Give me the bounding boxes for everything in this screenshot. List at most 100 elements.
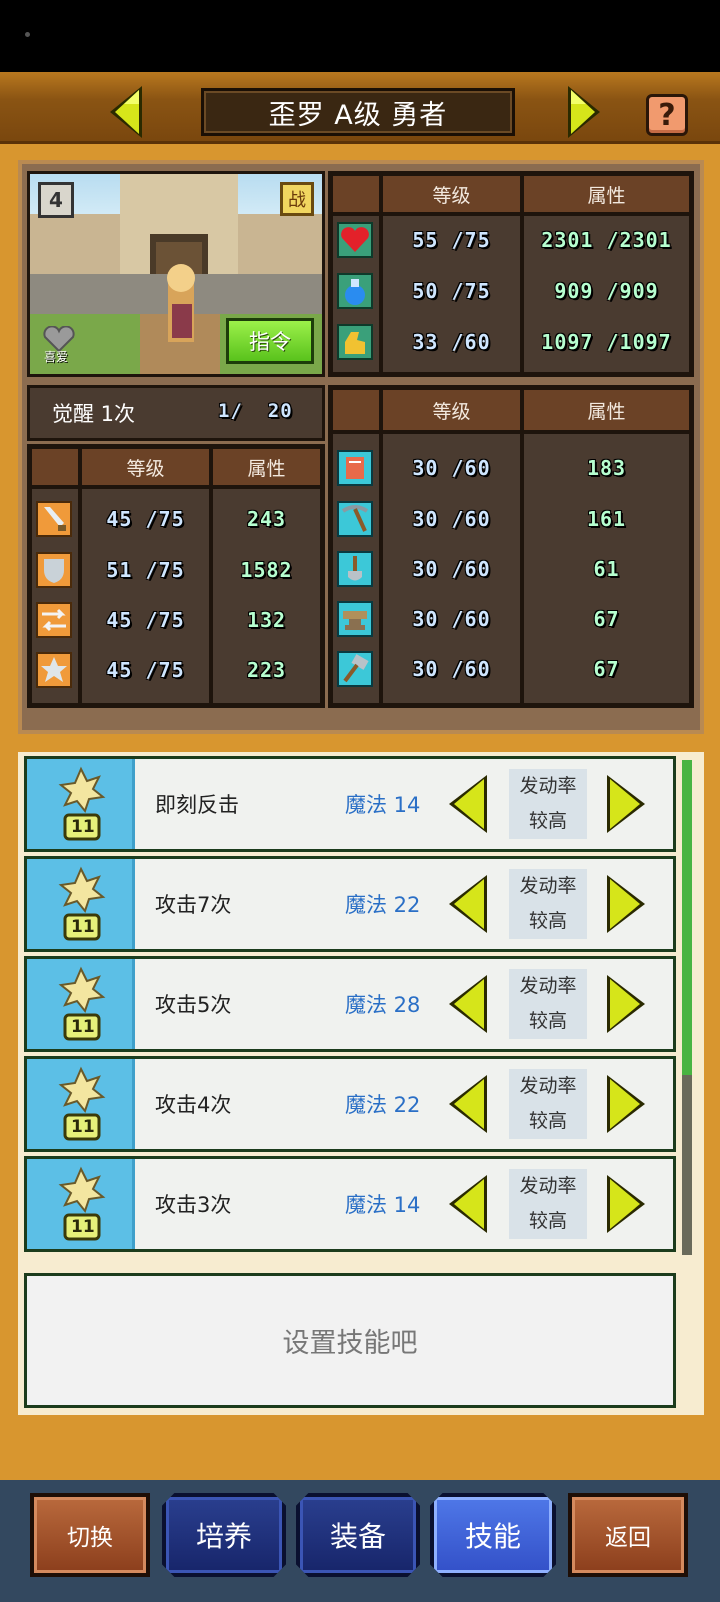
table-header-blank bbox=[331, 174, 381, 214]
skill-name: 即刻反击 bbox=[155, 793, 239, 817]
next-hero-arrow-icon[interactable] bbox=[564, 84, 604, 140]
skill-name: 攻击5次 bbox=[155, 993, 232, 1017]
table-header-level: 等级 bbox=[381, 174, 522, 214]
skill-icon-box: 11 bbox=[27, 759, 135, 849]
craft-value-4: 67 bbox=[593, 607, 620, 631]
hero-title: 歪罗 A级 勇者 bbox=[201, 88, 515, 136]
activation-rate: 发动率 较高 bbox=[509, 1069, 587, 1139]
prev-hero-arrow-icon[interactable] bbox=[106, 84, 146, 140]
heart-icon bbox=[337, 222, 373, 258]
rate-increase-arrow-icon[interactable] bbox=[603, 1173, 647, 1235]
table-header-level: 等级 bbox=[80, 447, 211, 487]
craft-level-2: 30 /60 bbox=[412, 507, 491, 531]
strength-icon bbox=[337, 324, 373, 360]
rate-value: 较高 bbox=[528, 910, 567, 932]
set-skill-slot[interactable]: 设置技能吧 bbox=[24, 1273, 676, 1408]
skill-name: 攻击3次 bbox=[155, 1193, 232, 1217]
mp-level: 50 /75 bbox=[412, 279, 491, 303]
rate-decrease-arrow-icon[interactable] bbox=[447, 1173, 491, 1235]
rate-label: 发动率 bbox=[519, 1075, 577, 1097]
hammer-icon bbox=[337, 651, 373, 687]
craft-value-2: 161 bbox=[586, 507, 627, 531]
equip-button[interactable]: 装备 bbox=[296, 1493, 420, 1577]
craft-level-3: 30 /60 bbox=[412, 557, 491, 581]
anvil-icon bbox=[337, 601, 373, 637]
mp-value: 909 /909 bbox=[554, 279, 659, 303]
craft-value-5: 67 bbox=[593, 657, 620, 681]
skill-icon-box: 11 bbox=[27, 1159, 135, 1249]
rate-label: 发动率 bbox=[519, 875, 577, 897]
rate-decrease-arrow-icon[interactable] bbox=[447, 1073, 491, 1135]
star-icon bbox=[36, 652, 72, 688]
rate-increase-arrow-icon[interactable] bbox=[603, 773, 647, 835]
potion-icon bbox=[337, 273, 373, 309]
skill-name: 攻击7次 bbox=[155, 893, 232, 917]
activation-rate: 发动率 较高 bbox=[509, 769, 587, 839]
switch-button[interactable]: 切换 bbox=[30, 1493, 150, 1577]
skills-tab-button[interactable]: 技能 bbox=[430, 1493, 556, 1577]
back-button[interactable]: 返回 bbox=[568, 1493, 688, 1577]
skill-badge: 11 bbox=[71, 917, 95, 937]
table-header-blank bbox=[331, 388, 381, 432]
activation-rate: 发动率 较高 bbox=[509, 969, 587, 1039]
status-bar bbox=[0, 0, 720, 72]
luck-value: 223 bbox=[246, 658, 287, 682]
craft-level-4: 30 /60 bbox=[412, 607, 491, 631]
battle-badge: 战 bbox=[280, 182, 314, 216]
rate-increase-arrow-icon[interactable] bbox=[603, 1073, 647, 1135]
help-button[interactable]: ? bbox=[646, 94, 688, 136]
rate-label: 发动率 bbox=[519, 975, 577, 997]
atk-value: 243 bbox=[246, 507, 287, 531]
skill-row[interactable]: 11 即刻反击 魔法 14 发动率 较高 bbox=[24, 756, 676, 852]
skill-badge: 11 bbox=[71, 1217, 95, 1237]
rate-value: 较高 bbox=[528, 810, 567, 832]
skill-row[interactable]: 11 攻击7次 魔法 22 发动率 较高 bbox=[24, 856, 676, 952]
status-dot bbox=[25, 32, 30, 37]
rate-label: 发动率 bbox=[519, 1175, 577, 1197]
craft-level-1: 30 /60 bbox=[412, 456, 491, 480]
command-button[interactable]: 指令 bbox=[226, 318, 314, 364]
skill-magic-cost: 魔法 14 bbox=[345, 1193, 421, 1217]
skill-icon-box: 11 bbox=[27, 959, 135, 1049]
book-icon bbox=[337, 450, 373, 486]
skills-scrollbar-thumb[interactable] bbox=[682, 760, 692, 1075]
skill-badge: 11 bbox=[71, 1117, 95, 1137]
rate-increase-arrow-icon[interactable] bbox=[603, 873, 647, 935]
craft-value-1: 183 bbox=[586, 456, 627, 480]
luck-level: 45 /75 bbox=[106, 658, 185, 682]
table-header-attr: 属性 bbox=[522, 174, 691, 214]
rate-value: 较高 bbox=[528, 1210, 567, 1232]
table-header-blank bbox=[30, 447, 80, 487]
shield-icon bbox=[36, 552, 72, 588]
table-header-attr: 属性 bbox=[522, 388, 691, 432]
awaken-label: 觉醒 1次 bbox=[52, 402, 136, 426]
skill-icon-box: 11 bbox=[27, 1059, 135, 1149]
train-button[interactable]: 培养 bbox=[162, 1493, 286, 1577]
rate-label: 发动率 bbox=[519, 775, 577, 797]
shovel-icon bbox=[337, 551, 373, 587]
activation-rate: 发动率 较高 bbox=[509, 1169, 587, 1239]
rate-decrease-arrow-icon[interactable] bbox=[447, 873, 491, 935]
skill-magic-cost: 魔法 22 bbox=[345, 1093, 421, 1117]
craft-level-5: 30 /60 bbox=[412, 657, 491, 681]
pickaxe-icon bbox=[337, 501, 373, 537]
table-header-level: 等级 bbox=[381, 388, 522, 432]
rate-value: 较高 bbox=[528, 1110, 567, 1132]
rate-decrease-arrow-icon[interactable] bbox=[447, 973, 491, 1035]
def-level: 51 /75 bbox=[106, 558, 185, 582]
str-value: 1097 /1097 bbox=[541, 330, 672, 354]
skill-badge: 11 bbox=[71, 1017, 95, 1037]
spd-value: 132 bbox=[246, 608, 287, 632]
skill-row[interactable]: 11 攻击3次 魔法 14 发动率较高 bbox=[24, 1156, 676, 1252]
str-level: 33 /60 bbox=[412, 330, 491, 354]
skill-row[interactable]: 11 攻击5次 魔法 28 发动率 较高 bbox=[24, 956, 676, 1052]
arrows-icon bbox=[36, 602, 72, 638]
craft-value-3: 61 bbox=[593, 557, 620, 581]
rate-decrease-arrow-icon[interactable] bbox=[447, 773, 491, 835]
skill-icon-box: 11 bbox=[27, 859, 135, 949]
hp-level: 55 /75 bbox=[412, 228, 491, 252]
rate-increase-arrow-icon[interactable] bbox=[603, 973, 647, 1035]
skill-row[interactable]: 11 攻击4次 魔法 22 发动率 较高 bbox=[24, 1056, 676, 1152]
def-value: 1582 bbox=[240, 558, 293, 582]
skill-badge: 11 bbox=[71, 817, 95, 837]
